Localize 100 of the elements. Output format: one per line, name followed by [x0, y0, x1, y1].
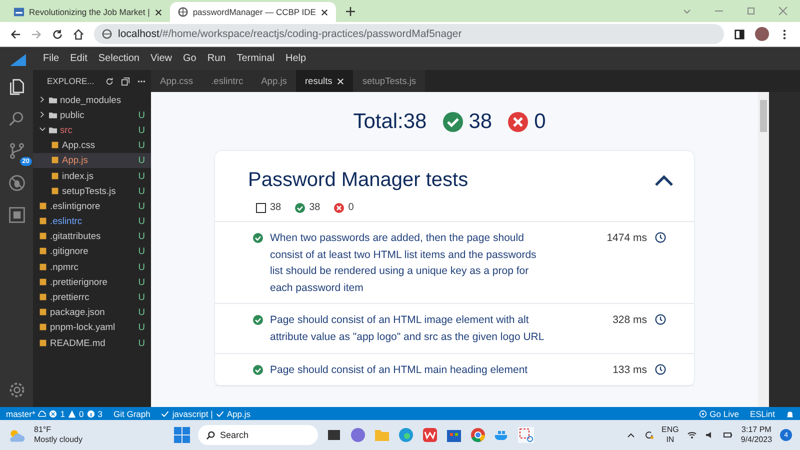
file-tree-item[interactable]: pnpm-lock.yaml U [33, 320, 151, 335]
file-tree-item[interactable]: .gitignore U [33, 244, 151, 260]
file-tree-item[interactable]: node_modules [33, 92, 151, 108]
file-status[interactable]: App.js [226, 408, 250, 418]
address-bar[interactable]: localhost/#/home/workspace/reactjs/coding-practices/passwordMaf5nager [94, 24, 724, 44]
store-icon[interactable] [446, 427, 462, 443]
chrome-icon[interactable] [470, 427, 486, 443]
file-tree-item[interactable]: .prettierignore U [33, 274, 151, 290]
x-circle-icon [334, 202, 344, 212]
language-status[interactable]: javascript | [172, 408, 213, 418]
close-icon[interactable] [154, 8, 162, 16]
total-count: 38 [270, 202, 282, 213]
file-tree-item[interactable]: .npmrc U [33, 259, 151, 274]
clock-icon [655, 314, 666, 326]
close-icon[interactable] [320, 8, 328, 16]
file-tree-item[interactable]: setupTests.js U [33, 183, 151, 198]
test-duration: 133 ms [612, 362, 647, 378]
git-graph-button[interactable]: Git Graph [114, 408, 150, 418]
check-circle-icon [295, 202, 306, 212]
windows-start-icon[interactable] [174, 427, 190, 443]
input-language[interactable]: ENG IN [662, 425, 679, 445]
menu-item[interactable]: Edit [70, 53, 88, 64]
url-path: /#/home/workspace/reactjs/coding-practices/passwordMaf5nager [159, 28, 462, 40]
extensions-icon[interactable] [8, 206, 26, 224]
snipping-tool-icon[interactable] [518, 427, 534, 443]
chevron-up-icon[interactable] [654, 174, 674, 186]
file-tree-item[interactable]: README.md U [33, 335, 151, 350]
file-tree-item[interactable]: .prettierrc U [33, 289, 151, 305]
error-icon [49, 410, 58, 418]
menu-item[interactable]: Go [183, 53, 196, 64]
chat-icon[interactable] [350, 427, 366, 443]
broadcast-icon [698, 410, 707, 418]
browser-icon[interactable] [398, 427, 414, 443]
reload-icon[interactable] [52, 28, 63, 40]
app-icon[interactable] [422, 427, 438, 443]
home-icon[interactable] [73, 28, 84, 40]
side-panel-icon[interactable] [734, 28, 745, 40]
editor-tab[interactable]: setupTests.js [353, 70, 426, 92]
new-tab-icon[interactable] [346, 7, 355, 16]
check-icon [216, 410, 224, 418]
chevron-down-icon [39, 126, 46, 134]
browser-tab[interactable]: passwordManager — CCBP IDE [170, 2, 336, 22]
menu-item[interactable]: Terminal [236, 53, 274, 64]
clock-icon [655, 232, 666, 243]
ide-logo-icon [10, 52, 26, 66]
temperature: 81°F [34, 425, 52, 435]
scrollbar[interactable] [758, 92, 769, 407]
file-tree-item[interactable]: index.js U [33, 168, 151, 184]
globe-icon [102, 29, 112, 39]
files-icon[interactable] [8, 78, 26, 96]
collapse-icon[interactable] [121, 76, 130, 86]
file-tree-item[interactable]: .gitattributes U [33, 228, 151, 244]
branch-status[interactable]: master* [6, 408, 36, 418]
refresh-icon[interactable] [105, 76, 114, 86]
info-icon [86, 410, 95, 418]
editor-tab[interactable]: .eslintrc [202, 70, 252, 92]
browser-tab[interactable]: Revolutionizing the Job Market | [6, 2, 170, 22]
passed-count: 38 [468, 110, 492, 134]
editor-tab[interactable]: results [296, 70, 354, 92]
eslint-status[interactable]: ESLint [750, 408, 775, 418]
site-icon [14, 7, 24, 17]
settings-icon[interactable] [8, 381, 26, 399]
battery-icon[interactable] [722, 430, 733, 440]
taskbar-search[interactable]: Search [198, 425, 318, 445]
wifi-icon[interactable] [686, 430, 697, 440]
file-tree-item[interactable]: package.json U [33, 304, 151, 320]
search-icon[interactable] [8, 110, 26, 128]
back-icon[interactable] [10, 28, 21, 40]
debug-icon[interactable] [8, 174, 26, 192]
search-icon [206, 430, 215, 440]
file-tree-item[interactable]: src U [33, 122, 151, 138]
taskbar-clock[interactable]: 3:17 PM 9/4/2023 [740, 425, 772, 445]
menu-item[interactable]: Run [207, 53, 226, 64]
passed-count: 38 [309, 202, 320, 213]
editor-tab[interactable]: App.js [252, 70, 296, 92]
info-count[interactable]: 3 [98, 408, 102, 418]
bell-icon[interactable] [786, 410, 794, 418]
cloud-icon[interactable] [38, 410, 46, 418]
error-count[interactable]: 1 [60, 408, 66, 418]
menu-item[interactable]: File [43, 53, 60, 64]
menu-item[interactable]: Selection [98, 53, 140, 64]
restore-icon[interactable] [746, 6, 756, 16]
tab-title: passwordManager — CCBP IDE [192, 7, 316, 17]
file-tree-item[interactable]: App.css U [33, 138, 151, 153]
warning-count[interactable]: 0 [79, 408, 84, 418]
file-tree-item[interactable]: App.js U [33, 152, 151, 168]
go-live-button[interactable]: Go Live [710, 408, 739, 418]
sync-icon[interactable] [644, 430, 654, 440]
menu-item[interactable]: View [150, 53, 172, 64]
menu-item[interactable]: Help [286, 53, 306, 64]
clock-icon [655, 364, 666, 375]
file-tree-item[interactable]: .eslintignore U [33, 198, 151, 214]
task-view-icon[interactable] [326, 427, 342, 443]
source-control-icon[interactable] [8, 142, 26, 160]
explorer-title: EXPLORE... [47, 76, 94, 86]
file-tree-item[interactable]: .eslintrc U [33, 214, 151, 229]
check-circle-icon [442, 112, 463, 132]
profile-avatar[interactable] [755, 27, 769, 41]
editor-tab[interactable]: App.css [151, 70, 202, 92]
file-tree-item[interactable]: public U [33, 107, 151, 122]
